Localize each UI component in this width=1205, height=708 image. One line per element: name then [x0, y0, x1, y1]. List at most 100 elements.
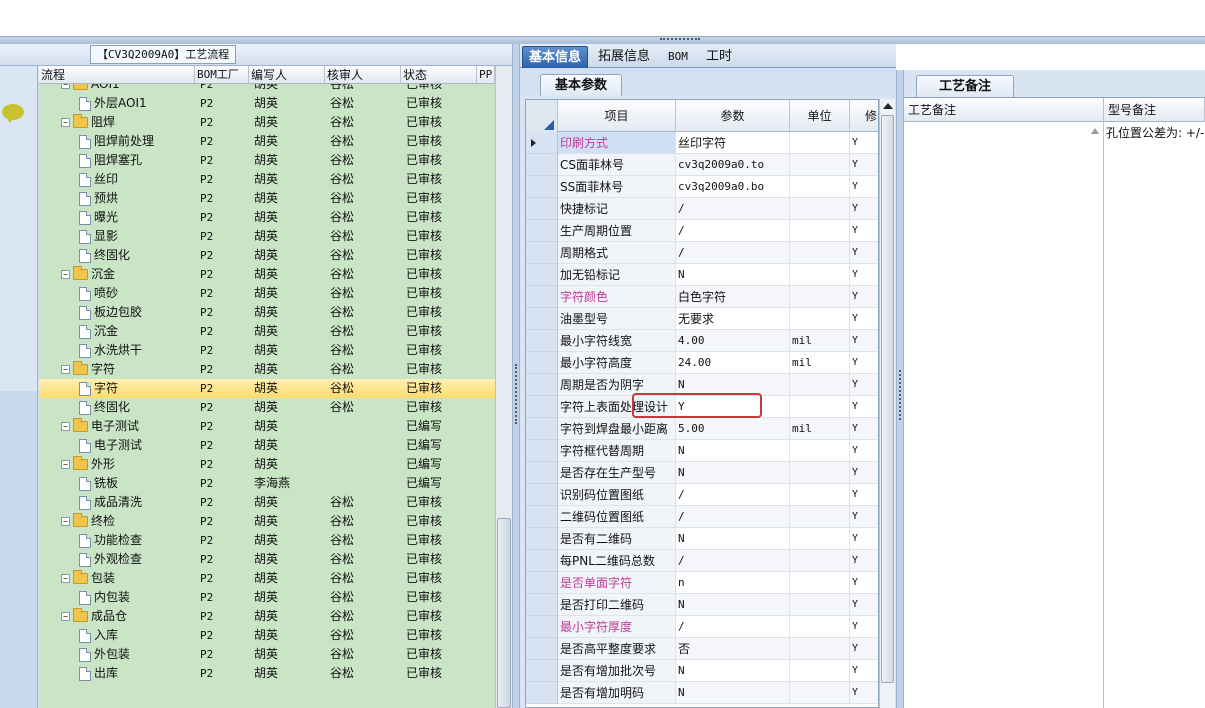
row-indicator[interactable]: [526, 374, 558, 396]
param-mod-cell[interactable]: Y: [850, 638, 878, 660]
param-unit-cell[interactable]: [790, 484, 850, 506]
param-mod-cell[interactable]: Y: [850, 682, 878, 704]
col-header-param[interactable]: 参数: [676, 100, 790, 132]
row-indicator[interactable]: [526, 352, 558, 374]
param-value-cell[interactable]: 白色字符: [676, 286, 790, 308]
param-row[interactable]: 周期格式 / Y: [526, 242, 878, 264]
param-row[interactable]: 每PNL二维码总数 / Y: [526, 550, 878, 572]
collapse-toggle-icon[interactable]: −: [61, 365, 70, 374]
param-row[interactable]: 二维码位置图纸 / Y: [526, 506, 878, 528]
param-mod-cell[interactable]: Y: [850, 396, 878, 418]
param-unit-cell[interactable]: [790, 572, 850, 594]
param-row[interactable]: 油墨型号 无要求 Y: [526, 308, 878, 330]
tree-row[interactable]: 外观检查 P2 胡英 谷松 已审核: [39, 550, 495, 569]
param-value-cell[interactable]: N: [676, 264, 790, 286]
col-header-writer[interactable]: 编写人: [249, 66, 325, 84]
chat-bubble-icon[interactable]: [2, 104, 24, 123]
top-splitter-bar[interactable]: [0, 36, 1205, 44]
splitter-grip[interactable]: [660, 38, 700, 42]
col-header-model-remark[interactable]: 型号备注: [1104, 98, 1205, 122]
param-value-cell[interactable]: 24.00: [676, 352, 790, 374]
row-indicator[interactable]: [526, 462, 558, 484]
row-indicator[interactable]: [526, 550, 558, 572]
param-unit-cell[interactable]: mil: [790, 418, 850, 440]
col-header-mod[interactable]: 修: [850, 100, 878, 132]
row-indicator[interactable]: [526, 638, 558, 660]
tree-row[interactable]: 成品清洗 P2 胡英 谷松 已审核: [39, 493, 495, 512]
scroll-up-arrow-icon[interactable]: [883, 103, 893, 109]
row-indicator[interactable]: [526, 132, 558, 154]
process-remark-field[interactable]: [904, 122, 1104, 708]
tree-row[interactable]: 板边包胶 P2 胡英 谷松 已审核: [39, 303, 495, 322]
param-row[interactable]: 是否存在生产型号 N Y: [526, 462, 878, 484]
param-value-cell[interactable]: 无要求: [676, 308, 790, 330]
collapse-toggle-icon[interactable]: −: [61, 422, 70, 431]
vertical-splitter-left[interactable]: [512, 44, 520, 708]
param-unit-cell[interactable]: [790, 682, 850, 704]
param-row[interactable]: 是否单面字符 n Y: [526, 572, 878, 594]
param-row[interactable]: 生产周期位置 / Y: [526, 220, 878, 242]
param-unit-cell[interactable]: [790, 308, 850, 330]
param-mod-cell[interactable]: Y: [850, 264, 878, 286]
param-row[interactable]: 最小字符厚度 / Y: [526, 616, 878, 638]
tree-row[interactable]: 丝印 P2 胡英 谷松 已审核: [39, 170, 495, 189]
tree-row[interactable]: 外层AOI1 P2 胡英 谷松 已审核: [39, 94, 495, 113]
col-header-process-remark[interactable]: 工艺备注: [904, 98, 1104, 122]
param-mod-cell[interactable]: Y: [850, 176, 878, 198]
collapse-toggle-icon[interactable]: −: [61, 612, 70, 621]
collapse-toggle-icon[interactable]: −: [61, 84, 70, 89]
tree-row[interactable]: 喷砂 P2 胡英 谷松 已审核: [39, 284, 495, 303]
params-scrollbar[interactable]: [879, 99, 895, 708]
param-value-cell[interactable]: N: [676, 528, 790, 550]
param-row[interactable]: 是否高平整度要求否 Y: [526, 638, 878, 660]
collapse-toggle-icon[interactable]: −: [61, 517, 70, 526]
param-unit-cell[interactable]: [790, 220, 850, 242]
param-mod-cell[interactable]: Y: [850, 330, 878, 352]
param-value-cell[interactable]: cv3q2009a0.bo: [676, 176, 790, 198]
param-row[interactable]: 识别码位置图纸 / Y: [526, 484, 878, 506]
param-row[interactable]: 是否有增加明码 N Y: [526, 682, 878, 704]
collapse-toggle-icon[interactable]: −: [61, 118, 70, 127]
params-scroll-thumb[interactable]: [881, 115, 894, 683]
tree-scrollbar[interactable]: [495, 66, 512, 708]
tree-row[interactable]: 曝光 P2 胡英 谷松 已审核: [39, 208, 495, 227]
param-unit-cell[interactable]: [790, 638, 850, 660]
param-mod-cell[interactable]: Y: [850, 352, 878, 374]
row-indicator[interactable]: [526, 616, 558, 638]
param-value-cell[interactable]: 4.00: [676, 330, 790, 352]
param-row[interactable]: 快捷标记 / Y: [526, 198, 878, 220]
row-indicator[interactable]: [526, 396, 558, 418]
row-indicator[interactable]: [526, 660, 558, 682]
param-unit-cell[interactable]: [790, 374, 850, 396]
param-mod-cell[interactable]: Y: [850, 198, 878, 220]
collapse-toggle-icon[interactable]: −: [61, 270, 70, 279]
tree-row[interactable]: 显影 P2 胡英 谷松 已审核: [39, 227, 495, 246]
row-indicator[interactable]: [526, 594, 558, 616]
row-indicator[interactable]: [526, 572, 558, 594]
param-value-cell[interactable]: /: [676, 550, 790, 572]
param-value-cell[interactable]: /: [676, 506, 790, 528]
param-value-cell[interactable]: /: [676, 198, 790, 220]
param-unit-cell[interactable]: [790, 594, 850, 616]
param-unit-cell[interactable]: [790, 154, 850, 176]
param-mod-cell[interactable]: Y: [850, 572, 878, 594]
param-value-cell[interactable]: N: [676, 660, 790, 682]
param-unit-cell[interactable]: [790, 176, 850, 198]
model-remark-field[interactable]: 孔位置公差为: +/-: [1104, 122, 1205, 708]
param-mod-cell[interactable]: Y: [850, 374, 878, 396]
param-value-cell[interactable]: N: [676, 440, 790, 462]
tree-row[interactable]: 阻焊塞孔 P2 胡英 谷松 已审核: [39, 151, 495, 170]
param-mod-cell[interactable]: Y: [850, 528, 878, 550]
param-mod-cell[interactable]: Y: [850, 286, 878, 308]
param-mod-cell[interactable]: Y: [850, 220, 878, 242]
param-mod-cell[interactable]: Y: [850, 132, 878, 154]
tree-row[interactable]: − 沉金 P2 胡英 谷松 已审核: [39, 265, 495, 284]
row-indicator[interactable]: [526, 330, 558, 352]
param-unit-cell[interactable]: [790, 660, 850, 682]
param-row[interactable]: 加无铅标记 N Y: [526, 264, 878, 286]
param-mod-cell[interactable]: Y: [850, 308, 878, 330]
tree-row[interactable]: − 包装 P2 胡英 谷松 已审核: [39, 569, 495, 588]
param-mod-cell[interactable]: Y: [850, 484, 878, 506]
scroll-up-arrow-icon[interactable]: [1091, 128, 1099, 134]
param-value-cell[interactable]: cv3q2009a0.to: [676, 154, 790, 176]
